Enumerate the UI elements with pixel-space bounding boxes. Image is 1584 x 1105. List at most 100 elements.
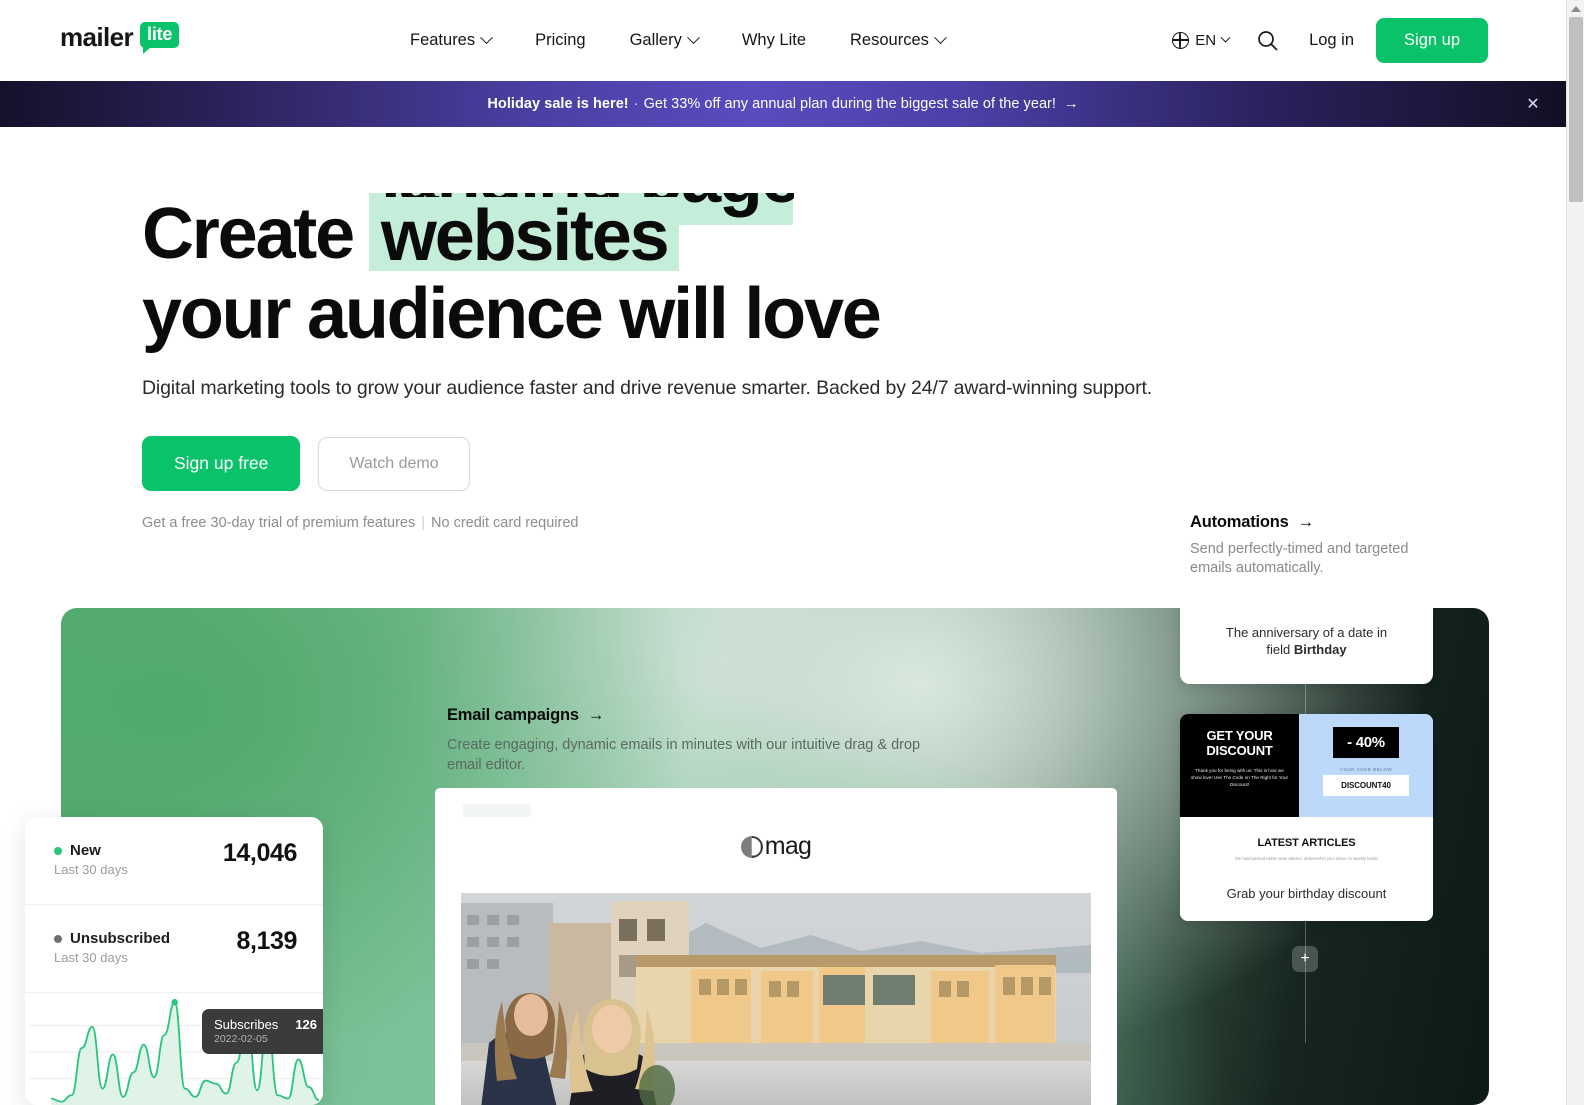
logo-badge: lite [140,22,180,54]
chevron-down-icon [1220,32,1231,43]
subscribes-area-chart[interactable]: Subscribes 126 2022-02-05 [25,993,323,1105]
signup-button[interactable]: Sign up [1376,18,1488,63]
hero-headline-line-2: your audience will love [142,274,882,354]
hero-headline-static: Create [142,194,355,271]
globe-icon [1171,31,1190,49]
plus-icon[interactable]: + [1292,946,1318,972]
automations-description: Send perfectly-timed and targeted emails… [1190,541,1409,576]
automations-title: Automations [1190,513,1289,531]
automation-flow: The anniversary of a date in field Birth… [1180,608,1440,1043]
hero-headline-line-1: Create landing pages websites [142,193,1566,271]
automation-trigger-node[interactable]: The anniversary of a date in field Birth… [1180,608,1433,684]
page-scrollbar[interactable] [1566,0,1584,1105]
login-link[interactable]: Log in [1287,31,1376,50]
nav-item-features[interactable]: Features [410,31,513,50]
hero-rotating-word-current: websites [368,197,680,271]
scrollbar-track[interactable] [1567,205,1584,1105]
promo-banner[interactable]: Holiday sale is here! · Get 33% off any an… [0,81,1566,127]
articles-subtext: We hand-picked latest news articles, del… [1234,856,1379,861]
hero-note-left: Get a free 30-day trial of premium featu… [142,515,416,531]
chevron-down-icon [686,31,700,45]
email-body-text: Thank you for being with us. This is how… [1190,768,1289,787]
hero-note-right: No credit card required [431,515,579,531]
promo-banner-bold: Holiday sale is here! [487,96,629,112]
search-button[interactable] [1247,21,1287,61]
arrow-right-icon: → [587,706,605,724]
main-navigation: Features Pricing Gallery Why Lite Resour… [410,0,967,81]
stat-unsub-period: Last 30 days [54,950,128,965]
email-brand-logo: mag [435,788,1117,861]
email-node-headline-block: GET YOUR DISCOUNT Thank you for being wi… [1180,714,1299,817]
close-icon[interactable]: ✕ [1522,93,1544,115]
arrow-right-icon: → [1064,96,1079,112]
mag-logo-icon [740,835,763,858]
scroll-up-arrow-icon[interactable] [1571,6,1581,12]
language-label: EN [1195,32,1217,49]
logo-wordmark: mailer [60,22,134,52]
scrollbar-thumb[interactable] [1569,17,1583,202]
hero-section: Create landing pages websites your audie… [0,193,1566,531]
stat-unsub-label-wrap: Unsubscribed [54,930,170,947]
header-actions: EN Log in Sign up [1171,0,1488,81]
status-dot-icon [54,934,62,943]
trigger-field-name: Birthday [1293,642,1347,657]
nav-item-gallery[interactable]: Gallery [608,31,720,50]
hero-subtitle: Digital marketing tools to grow your aud… [142,377,1152,399]
subscriber-stats-card: New Last 30 days 14,046 Unsubscribed Las… [25,817,323,1105]
chevron-down-icon [480,31,493,45]
stat-new-labels: New Last 30 days [54,839,128,877]
stat-row-unsubscribed: Unsubscribed Last 30 days 8,139 [25,905,323,993]
stat-new-period: Last 30 days [54,862,128,877]
chevron-down-icon [934,31,947,45]
hero-cta-group: Sign up free Watch demo [142,436,1566,491]
nav-label-why-lite: Why Lite [741,31,807,49]
email-campaigns-link[interactable]: Email campaigns → [447,706,947,725]
articles-heading: LATEST ARTICLES [1257,837,1356,849]
automation-email-node[interactable]: GET YOUR DISCOUNT Thank you for being wi… [1180,714,1433,921]
automations-link[interactable]: Automations → [1190,513,1440,532]
ponte-vecchio-photo-illustration [461,893,1091,1105]
discount-code-label: YOUR CODE BELOW [1339,767,1393,772]
email-node-top: GET YOUR DISCOUNT Thank you for being wi… [1180,714,1433,817]
email-campaigns-description: Create engaging, dynamic emails in minut… [447,737,921,773]
watch-demo-button[interactable]: Watch demo [318,436,470,491]
discount-badge: - 40% [1333,727,1399,758]
note-divider: | [421,515,425,531]
search-icon [1257,31,1277,51]
chart-highlight-point [171,999,178,1006]
language-selector[interactable]: EN [1171,31,1247,49]
promo-banner-text: Holiday sale is here! · Get 33% off any an… [487,96,1078,112]
mailerlite-logo[interactable]: mailer lite [60,22,180,54]
trigger-text-line-1: The anniversary of a date in [1225,625,1388,640]
email-campaigns-callout: Email campaigns → Create engaging, dynam… [447,706,947,775]
page-title: Create landing pages websites your audie… [142,193,1566,351]
promo-banner-body: Get 33% off any annual plan during the b… [643,96,1057,112]
stat-row-new: New Last 30 days 14,046 [25,817,323,905]
email-campaigns-title: Email campaigns [447,706,579,724]
email-hero-photo [461,893,1091,1105]
nav-item-why-lite[interactable]: Why Lite [720,31,828,50]
mag-logo-text: mag [764,832,812,860]
discount-code-value: DISCOUNT40 [1323,775,1409,796]
email-headline-line-2: DISCOUNT [1206,743,1273,758]
trigger-text-prefix: field [1266,642,1294,657]
email-node-discount-block: - 40% YOUR CODE BELOW DISCOUNT40 [1299,714,1433,817]
email-preview-card[interactable]: mag [435,788,1117,1105]
stat-new-label-wrap: New [54,842,128,859]
automations-callout: Automations → Send perfectly-timed and t… [1190,513,1440,578]
browser-page: mailer lite Features Pricing Gallery Why… [0,0,1584,1105]
nav-label-resources: Resources [850,31,929,49]
email-placeholder-block [463,804,531,817]
arrow-right-icon: → [1297,513,1315,531]
nav-item-pricing[interactable]: Pricing [513,31,607,50]
status-dot-icon [54,846,62,855]
nav-label-features: Features [410,31,476,49]
signup-free-button[interactable]: Sign up free [142,436,301,491]
nav-label-gallery: Gallery [629,31,682,49]
stat-unsub-labels: Unsubscribed Last 30 days [54,927,170,965]
nav-item-resources[interactable]: Resources [828,31,967,50]
site-header: mailer lite Features Pricing Gallery Why… [0,0,1566,81]
stat-new-value: 14,046 [222,839,297,867]
hero-word-rotator: landing pages websites [368,193,794,271]
automation-step-label: Grab your birthday discount [1180,874,1433,921]
